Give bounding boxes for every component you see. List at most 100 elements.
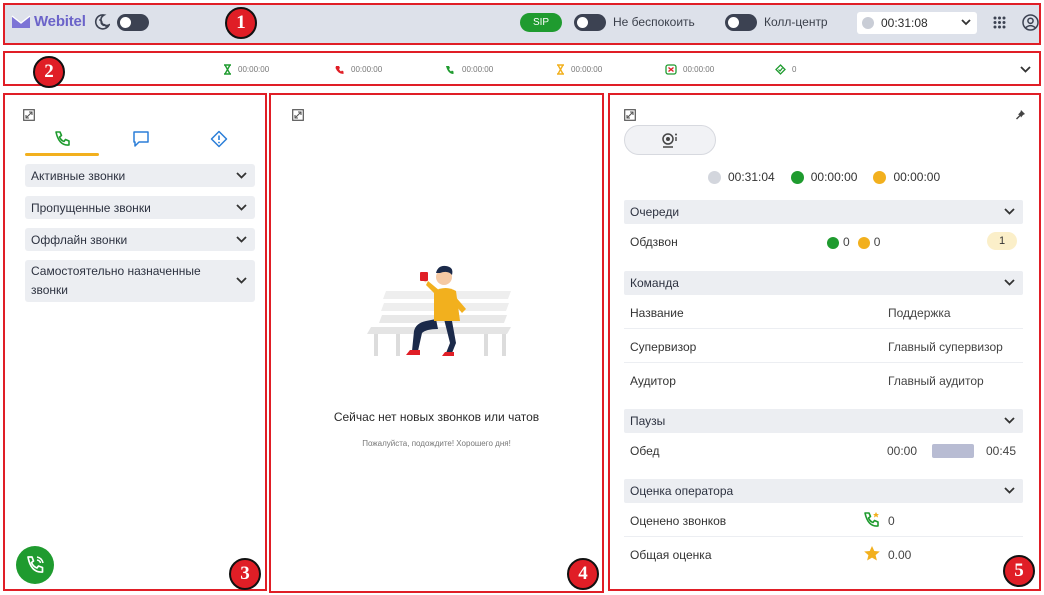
chat-tab[interactable] [105, 123, 177, 155]
timer-dot-pause [873, 170, 887, 184]
team-supervisor-label: Супервизор [630, 340, 697, 354]
section-queues[interactable]: Очереди [624, 200, 1023, 224]
missed-call-icon [335, 66, 344, 74]
annotation-1: 1 [225, 7, 257, 39]
accordion-self-assigned-calls[interactable]: Самостоятельно назначенные звонки [25, 260, 255, 302]
webitel-logo-icon [11, 14, 31, 28]
accordion-label: Самостоятельно назначенные звонки [31, 264, 201, 297]
section-team[interactable]: Команда [624, 271, 1023, 295]
section-title: Очереди [630, 205, 680, 219]
new-call-button[interactable] [16, 546, 54, 584]
queue-counters: 00 [827, 235, 880, 249]
waiting-person-illustration [367, 265, 511, 356]
status-select[interactable]: 00:31:08 [857, 12, 977, 34]
agent-info-button[interactable] [624, 125, 716, 155]
stat-value: 00:00:00 [351, 65, 383, 74]
left-tabs [25, 123, 255, 157]
talking-icon [446, 66, 454, 74]
hold-hourglass-icon [557, 64, 564, 75]
row-divider [624, 362, 1023, 363]
phone-star-icon [864, 512, 879, 527]
section-rating[interactable]: Оценка оператора [624, 479, 1023, 503]
phone-tab[interactable] [26, 123, 98, 155]
queue-yellow-count: 0 [873, 235, 881, 249]
agent-timers: 00:31:04 00:00:00 00:00:00 [708, 170, 956, 184]
callcenter-toggle[interactable] [725, 14, 757, 31]
accordion-missed-calls[interactable]: Пропущенные звонки [25, 196, 255, 219]
section-title: Команда [630, 276, 679, 290]
stat-hangup: 00:00:00 [665, 64, 714, 75]
timer-dot-waiting [790, 170, 804, 184]
status-dot [862, 17, 874, 29]
stats-bar: 00:00:00 00:00:00 00:00:00 00:00:00 00:0… [3, 51, 1041, 86]
queue-name: Обдзвон [630, 235, 678, 249]
expand-panel-icon[interactable] [624, 109, 636, 121]
chevron-down-icon [236, 277, 247, 284]
pin-icon[interactable] [1015, 109, 1026, 120]
empty-state-title: Сейчас нет новых звонков или чатов [333, 410, 540, 424]
stat-value: 0 [792, 65, 797, 74]
stat-missed: 00:00:00 [334, 64, 382, 75]
queue-yellow-dot [857, 236, 870, 249]
stat-value: 00:00:00 [462, 65, 494, 74]
stat-value: 00:00:00 [238, 65, 270, 74]
chevron-down-icon [1004, 279, 1015, 286]
agent-info-icon [662, 133, 677, 148]
star-icon [864, 546, 880, 561]
dnd-toggle[interactable] [574, 14, 606, 31]
overall-rating-label: Общая оценка [630, 548, 712, 562]
chevron-down-icon [961, 19, 971, 26]
hangup-icon [665, 64, 677, 75]
stat-accepted: 0 [775, 64, 796, 75]
chevron-down-icon [1004, 417, 1015, 424]
team-supervisor-value: Главный супервизор [888, 340, 1003, 354]
sip-badge[interactable]: SIP [520, 13, 562, 32]
queue-green-count: 0 [843, 235, 850, 249]
accordion-label: Пропущенные звонки [31, 200, 151, 215]
expand-stats-chevron-icon[interactable] [1020, 66, 1031, 73]
timer-dot-online [708, 170, 721, 184]
empty-state-subtitle: Пожалуйста, подождите! Хорошего дня! [362, 439, 511, 448]
diamond-check-icon [775, 64, 786, 75]
accordion-label: Активные звонки [31, 168, 126, 183]
expand-panel-icon[interactable] [292, 109, 304, 121]
pause-to: 00:45 [986, 444, 1017, 458]
active-tab-indicator [25, 153, 99, 156]
accordion-offline-calls[interactable]: Оффлайн звонки [25, 228, 255, 251]
left-panel: Активные звонки Пропущенные звонки Оффла… [3, 93, 267, 591]
logo-text: Webitel [34, 13, 86, 30]
chevron-down-icon [1004, 208, 1015, 215]
row-divider [624, 328, 1023, 329]
ringing-hourglass-icon [224, 64, 231, 75]
alert-tab[interactable] [183, 123, 255, 155]
row-divider [624, 536, 1023, 537]
section-pauses[interactable]: Паузы [624, 409, 1023, 433]
night-mode-toggle[interactable] [117, 14, 149, 31]
section-title: Оценка оператора [630, 484, 734, 498]
section-title: Паузы [630, 414, 666, 428]
annotation-2: 2 [33, 56, 65, 88]
queue-green-dot [827, 236, 839, 249]
chevron-down-icon [236, 235, 247, 243]
pause-progress-bar [932, 444, 974, 458]
phone-icon [55, 131, 70, 146]
top-header: Webitel SIP Не беспокоить Колл-центр 00:… [3, 3, 1041, 45]
expand-panel-icon[interactable] [23, 109, 35, 121]
status-time: 00:31:08 [881, 16, 928, 30]
stat-ringing: 00:00:00 [223, 64, 269, 75]
phone-ringing-icon [27, 556, 44, 573]
annotation-4: 4 [567, 558, 599, 590]
alert-icon [210, 130, 228, 148]
account-icon[interactable] [1022, 14, 1039, 36]
rated-calls-label: Оценено звонков [630, 514, 727, 528]
apps-grid-icon[interactable] [993, 16, 1006, 34]
moon-phone-icon[interactable] [94, 13, 111, 36]
stat-value: 00:00:00 [683, 65, 715, 74]
accordion-active-calls[interactable]: Активные звонки [25, 164, 255, 187]
stat-value: 00:00:00 [571, 65, 603, 74]
right-panel: 00:31:04 00:00:00 00:00:00 Очереди Обдзв… [608, 93, 1041, 591]
annotation-3: 3 [229, 558, 261, 590]
timer-waiting: 00:00:00 [810, 170, 858, 184]
timer-online: 00:31:04 [728, 170, 775, 184]
accordion-label: Оффлайн звонки [31, 232, 128, 247]
